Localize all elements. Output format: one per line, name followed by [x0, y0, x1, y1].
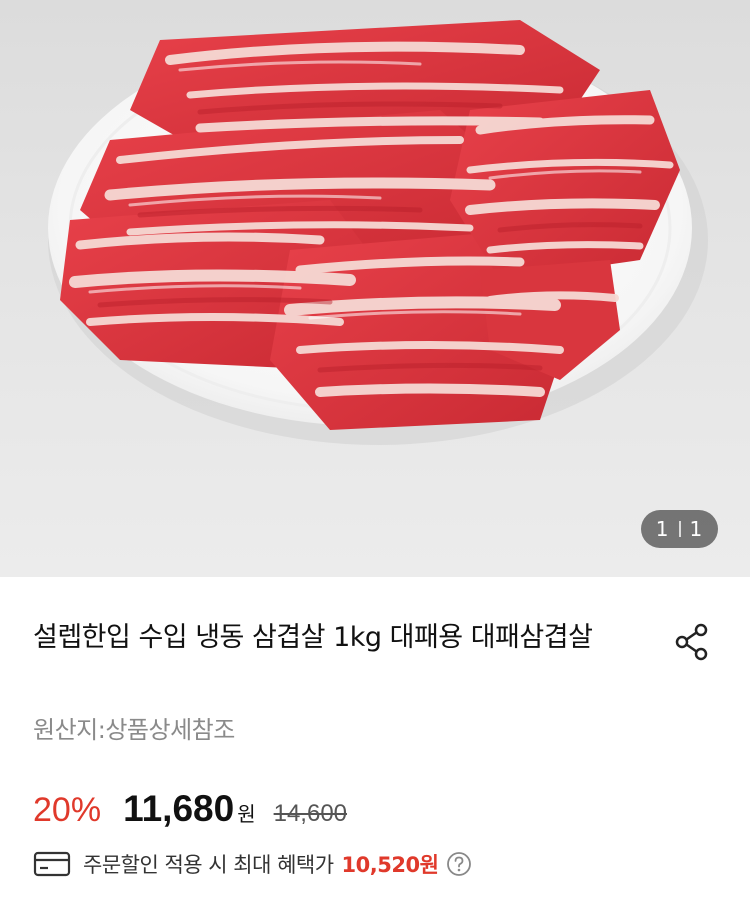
image-counter: 1 1 — [641, 510, 718, 548]
discount-rate: 20% — [33, 791, 102, 829]
question-icon[interactable] — [446, 851, 472, 877]
product-title: 설렙한입 수입 냉동 삼겹살 1kg 대패용 대패삼겹살 — [33, 622, 593, 653]
price-unit: 원 — [237, 802, 256, 826]
image-counter-total: 1 — [689, 517, 704, 541]
benefit-amount: 10,520원 — [341, 853, 439, 877]
benefit-row: 주문할인 적용 시 최대 혜택가 10,520원 — [33, 848, 472, 880]
share-button[interactable] — [672, 622, 712, 662]
price-row: 20% 11,680 원 14,600 — [33, 788, 347, 834]
pork-belly-photo — [48, 20, 708, 445]
benefit-text: 주문할인 적용 시 최대 혜택가 — [83, 853, 334, 877]
product-image[interactable]: 1 1 — [0, 0, 750, 577]
share-icon — [675, 623, 708, 661]
image-counter-divider — [678, 521, 681, 537]
product-detail-page: 1 1 설렙한입 수입 냉동 삼겹살 1kg 대패용 대패삼겹살 원산지:상품상… — [0, 0, 750, 901]
image-counter-current: 1 — [655, 517, 670, 541]
card-icon — [33, 850, 71, 878]
sale-price: 11,680 — [123, 788, 235, 829]
origin-info: 원산지:상품상세참조 — [33, 716, 235, 744]
original-price: 14,600 — [273, 800, 348, 827]
